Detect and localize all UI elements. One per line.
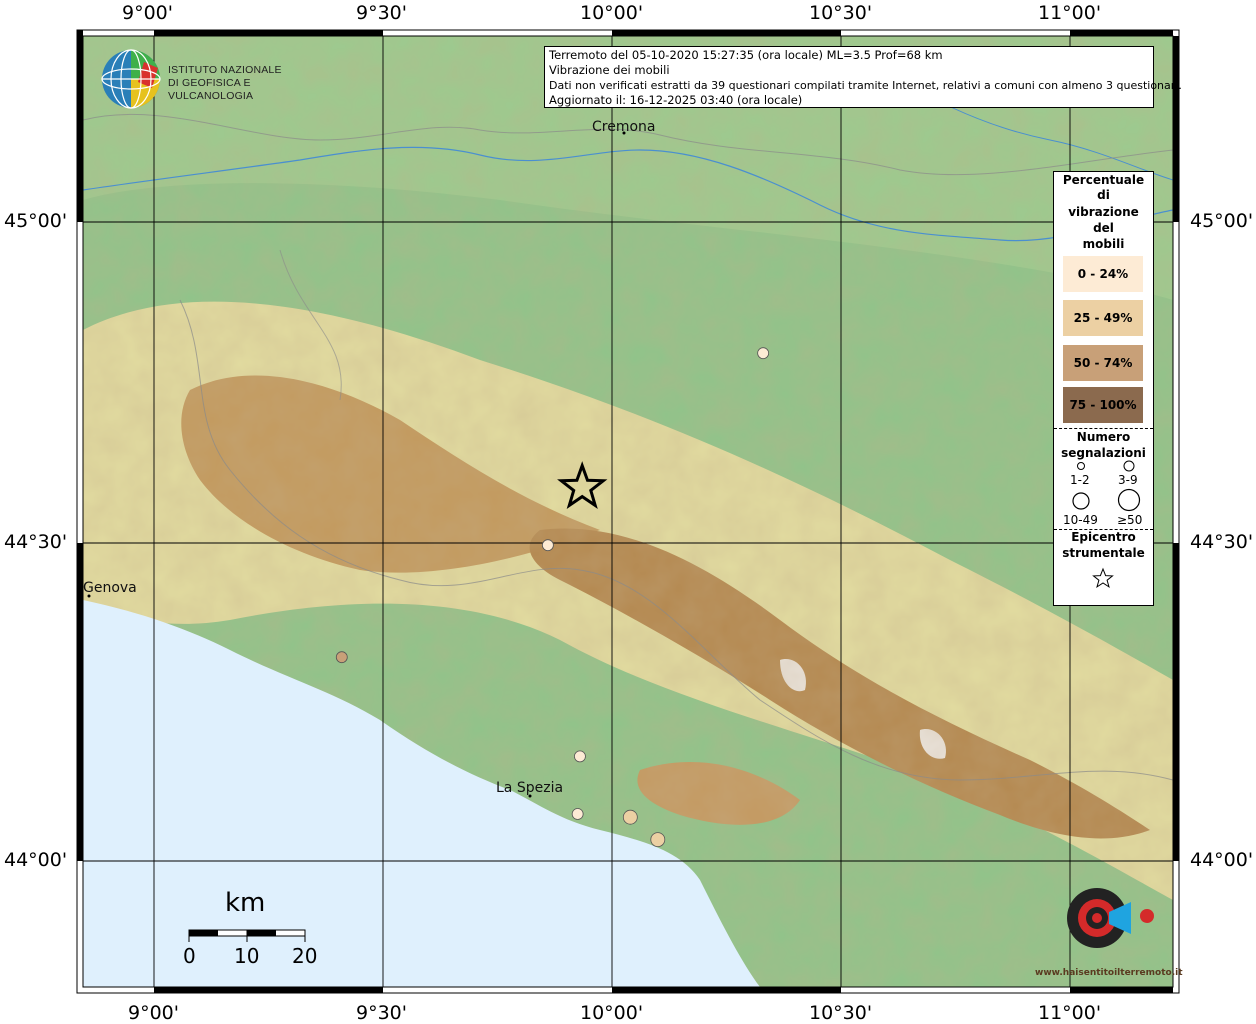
lat-label-left-2: 44°30' [4, 531, 68, 553]
lat-label-right-1: 45°00' [1190, 210, 1254, 232]
legend-title-4: del [1093, 221, 1114, 235]
ingv-globe-icon [101, 49, 161, 109]
scale-unit: km [225, 888, 266, 918]
data-note: Dati non verificati estratti da 39 quest… [549, 79, 1182, 92]
size-label-2: 3-9 [1118, 473, 1138, 487]
lon-label-bottom-1: 9°00' [128, 1002, 179, 1024]
scale-tick-0: 0 [183, 944, 196, 968]
epicenter-title-1: Epicentro [1071, 530, 1136, 544]
event-info-box: Terremoto del 05-10-2020 15:27:35 (ora l… [544, 46, 1182, 108]
observation-point [541, 539, 554, 552]
legend-class-3: 50 - 74% [1063, 345, 1143, 381]
city-label-genova: Genova [83, 580, 137, 596]
lon-label-bottom-2: 9°30' [356, 1002, 407, 1024]
ingv-logo: ISTITUTO NAZIONALE DI GEOFISICA E VULCAN… [100, 48, 320, 110]
legend-title-2: di [1097, 188, 1110, 202]
legend-divider-1 [1054, 428, 1153, 429]
legend-title-3: vibrazione [1068, 205, 1139, 219]
city-label-la-spezia: La Spezia [496, 780, 564, 796]
observation-point [650, 832, 666, 847]
ingv-logo-line2: DI GEOFISICA E VULCANOLOGIA [168, 77, 254, 102]
observation-point [335, 651, 348, 664]
scale-bar: km 0 10 20 [180, 888, 330, 968]
legend-class-1: 0 - 24% [1063, 256, 1143, 292]
lat-label-left-1: 45°00' [4, 210, 68, 232]
lat-label-right-2: 44°30' [1190, 531, 1254, 553]
observation-point [574, 750, 586, 763]
observation-point [622, 809, 638, 825]
epicenter-title-2: strumentale [1062, 546, 1145, 560]
count-title-1: Numero [1076, 430, 1131, 444]
size-label-3: 10-49 [1063, 513, 1098, 527]
lat-label-right-3: 44°00' [1190, 849, 1254, 871]
hsit-watermark-text: www.haisentitoilterremoto.it [1035, 968, 1183, 978]
scale-tick-10: 10 [234, 944, 260, 968]
lon-label-bottom-3: 10°00' [580, 1002, 644, 1024]
lon-label-top-1: 9°00' [122, 2, 173, 24]
city-label-cremona: Cremona [592, 119, 656, 135]
lon-label-bottom-5: 11°00' [1038, 1002, 1102, 1024]
legend-class-4: 75 - 100% [1063, 387, 1143, 423]
legend-panel: Percentuale di vibrazione del mobili 0 -… [1053, 171, 1154, 606]
ingv-logo-text: ISTITUTO NAZIONALE DI GEOFISICA E VULCAN… [168, 64, 320, 103]
map-parameter: Vibrazione dei mobili [549, 63, 670, 77]
epicenter-legend-star-icon [1092, 567, 1114, 589]
observation-point [757, 347, 770, 360]
legend-title-1: Percentuale [1062, 173, 1145, 187]
legend-class-2: 25 - 49% [1063, 300, 1143, 336]
hsit-logo-icon [1067, 888, 1154, 948]
lon-label-bottom-4: 10°30' [809, 1002, 873, 1024]
observation-point [571, 808, 584, 820]
update-timestamp: Aggiornato il: 16-12-2025 03:40 (ora loc… [549, 93, 803, 107]
event-summary: Terremoto del 05-10-2020 15:27:35 (ora l… [549, 48, 943, 62]
lon-label-top-5: 11°00' [1038, 2, 1102, 24]
terrain-layer [83, 36, 1173, 987]
hsit-watermark: www.haisentitoilterremoto.it [1035, 860, 1183, 980]
size-label-1: 1-2 [1070, 473, 1090, 487]
scale-bar-graphic [188, 929, 306, 942]
size-symbols [1072, 460, 1141, 512]
ingv-logo-line1: ISTITUTO NAZIONALE [168, 64, 282, 76]
lon-label-top-3: 10°00' [580, 2, 644, 24]
lon-label-top-4: 10°30' [809, 2, 873, 24]
size-label-4: ≥50 [1117, 513, 1143, 527]
lon-label-top-2: 9°30' [356, 2, 407, 24]
lat-label-left-3: 44°00' [4, 849, 68, 871]
legend-title-5: mobili [1082, 237, 1125, 251]
scale-tick-20: 20 [292, 944, 318, 968]
